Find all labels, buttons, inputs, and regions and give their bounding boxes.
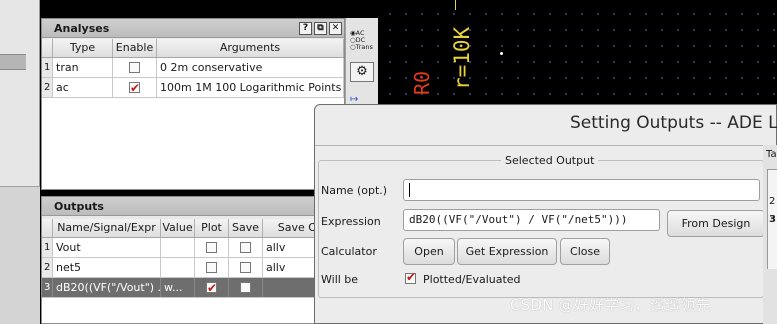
help-icon[interactable]: ? (299, 21, 312, 35)
left-panel-strip (0, 0, 40, 324)
analyses-table: Type Enable Arguments 1 tran 0 2m conser… (42, 39, 344, 189)
output-value (161, 258, 195, 277)
radio-trans[interactable]: ○Trans (350, 44, 373, 51)
save-checkbox[interactable] (240, 261, 251, 273)
save-cell (229, 258, 263, 277)
column-header-name[interactable]: Name/Signal/Expr (53, 219, 161, 237)
analyses-title-bar: Analyses ? ⧉ ✕ (42, 19, 344, 38)
get-expression-button[interactable]: Get Expression (457, 238, 557, 265)
column-header-value[interactable]: Value (161, 219, 195, 237)
analyses-title: Analyses (54, 21, 110, 35)
table-row[interactable]: 2 ac 100m 1M 100 Logarithmic Points ... (42, 78, 344, 98)
row-number: 2 (42, 258, 53, 277)
enable-checkbox[interactable] (129, 79, 140, 97)
analysis-type-radio-group[interactable]: ◉AC ○DC ○Trans (350, 30, 373, 51)
output-name[interactable]: Vout (53, 238, 161, 257)
column-header-type[interactable]: Type (53, 39, 113, 57)
plot-cell (195, 278, 229, 297)
selected-output-title: Selected Output (501, 154, 599, 167)
calculator-label: Calculator (321, 245, 377, 258)
text-caret (409, 183, 410, 197)
plot-cell (195, 238, 229, 257)
outputs-title: Outputs (54, 199, 104, 213)
expression-field[interactable]: dB20((VF("/Vout") / VF("/net5"))) (403, 209, 660, 231)
analyses-table-header: Type Enable Arguments (42, 39, 344, 58)
watermark-text: CSDN @好好学习，遥遥领先 (510, 296, 711, 314)
close-button[interactable]: Close (560, 238, 610, 265)
table-row-selected[interactable]: 3 dB20((VF("/Vout") ... w... (42, 278, 344, 298)
side-table: 2 3 (767, 169, 777, 269)
output-value: w... (161, 278, 195, 297)
side-tab-label: Ta (766, 149, 777, 160)
dialog-separator (315, 145, 776, 146)
schematic-instance-name[interactable]: R0 (410, 71, 434, 95)
row-number: 3 (42, 278, 53, 297)
open-button[interactable]: Open (403, 238, 455, 265)
save-checkbox[interactable] (240, 241, 251, 253)
row-number: 1 (42, 238, 53, 257)
outputs-panel: Outputs ? Name/Signal/Expr Value Plot Sa… (41, 196, 345, 324)
schematic-param-label[interactable]: r=10K (450, 27, 474, 90)
column-header-enable[interactable]: Enable (113, 39, 157, 57)
save-cell (229, 278, 263, 297)
plot-checkbox[interactable] (206, 279, 217, 297)
output-name[interactable]: dB20((VF("/Vout") ... (53, 278, 161, 297)
side-row-number: 3 (769, 214, 776, 225)
row-number: 1 (42, 58, 53, 77)
setting-outputs-dialog: Setting Outputs -- ADE L Selected Output… (314, 104, 777, 324)
analysis-type[interactable]: ac (53, 78, 113, 97)
row-number: 2 (42, 78, 53, 97)
side-row-number: 2 (769, 196, 776, 207)
analyses-panel: Analyses ? ⧉ ✕ Type Enable Arguments 1 t… (41, 18, 345, 190)
enable-cell (113, 58, 157, 77)
side-table-strip: Ta 2 3 (763, 145, 777, 324)
outputs-table: Name/Signal/Expr Value Plot Save Save Op… (42, 219, 344, 323)
left-panel-bottom (0, 186, 40, 324)
plotted-label: Plotted/Evaluated (423, 273, 521, 286)
plot-checkbox[interactable] (206, 241, 217, 253)
enable-checkbox[interactable] (129, 61, 140, 73)
expression-label: Expression (321, 215, 381, 228)
table-row[interactable]: 1 tran 0 2m conservative (42, 58, 344, 78)
wrench-icon[interactable]: ⚙ (350, 62, 374, 82)
save-cell (229, 238, 263, 257)
name-label: Name (opt.) (321, 184, 388, 197)
column-header-arguments[interactable]: Arguments (157, 39, 344, 57)
analysis-arguments[interactable]: 0 2m conservative (157, 58, 344, 77)
from-design-button[interactable]: From Design (667, 210, 765, 237)
outputs-table-header: Name/Signal/Expr Value Plot Save Save Op… (42, 219, 344, 238)
enable-cell (113, 78, 157, 97)
analysis-type[interactable]: tran (53, 58, 113, 77)
dialog-title: Setting Outputs -- ADE L (570, 113, 777, 133)
outputs-title-bar: Outputs ? (42, 197, 344, 216)
table-row[interactable]: 1 Vout allv (42, 238, 344, 258)
plot-checkbox[interactable] (206, 261, 217, 273)
plot-cell (195, 258, 229, 277)
analysis-arguments[interactable]: 100m 1M 100 Logarithmic Points ... (157, 78, 344, 97)
restore-icon[interactable]: ⧉ (314, 21, 327, 35)
column-header-plot[interactable]: Plot (195, 219, 229, 237)
column-header-save[interactable]: Save (229, 219, 263, 237)
output-value (161, 238, 195, 257)
plotted-checkbox[interactable] (405, 270, 416, 284)
table-row[interactable]: 2 net5 allv (42, 258, 344, 278)
output-name[interactable]: net5 (53, 258, 161, 277)
schematic-pin-dot (500, 52, 503, 55)
save-checkbox[interactable] (240, 281, 251, 293)
name-field[interactable] (403, 179, 760, 201)
schematic-wire (455, 0, 456, 10)
will-be-label: Will be (321, 273, 359, 286)
close-icon[interactable]: ✕ (329, 21, 342, 35)
left-panel-bar[interactable] (0, 54, 26, 70)
